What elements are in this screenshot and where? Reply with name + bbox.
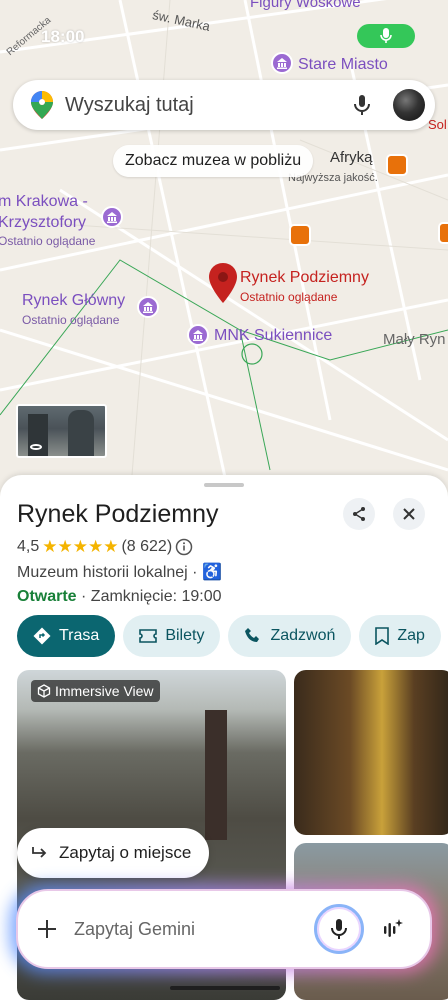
poi-sublabel-rynek-glowny: Ostatnio oglądane	[22, 313, 120, 327]
opening-hours[interactable]: Otwarte · Zamknięcie: 19:00	[17, 588, 222, 606]
landmark-icon	[193, 330, 203, 341]
mic-icon	[331, 919, 347, 939]
home-indicator	[170, 986, 280, 990]
poi-label-maly-rynek[interactable]: Mały Ryn	[383, 331, 446, 348]
photo-tower	[205, 710, 227, 840]
cube-icon	[37, 684, 51, 698]
nearby-museums-chip[interactable]: Zobacz muzea w pobliżu	[113, 145, 314, 177]
gemini-mic-button[interactable]	[314, 904, 364, 954]
place-category: Muzeum historii lokalnej · ♿	[17, 564, 222, 581]
rotate-360-icon	[30, 444, 42, 450]
voice-search-mic-icon[interactable]	[351, 94, 373, 116]
museum-poi-icon[interactable]	[101, 206, 123, 228]
street-view-thumbnail[interactable]	[16, 404, 107, 458]
rating-value: 4,5	[17, 538, 40, 555]
search-bar[interactable]: Wyszukaj tutaj	[13, 80, 435, 130]
poi-label-rynek-glowny[interactable]: Rynek Główny	[22, 292, 125, 309]
landmark-icon	[143, 302, 153, 313]
museum-poi-icon[interactable]	[187, 324, 209, 346]
poi-label-stare-miasto[interactable]: Stare Miasto	[298, 56, 388, 73]
poi-sublabel-rynek-podziemny: Ostatnio oglądane	[240, 290, 338, 304]
bookmark-icon	[375, 627, 390, 645]
mic-active-indicator	[357, 24, 415, 48]
ask-about-place-label: Zapytaj o miejsce	[59, 843, 192, 862]
map-view[interactable]: Reformacka św. Marka Figury Woskowe Star…	[0, 0, 448, 500]
close-button[interactable]	[393, 498, 425, 530]
landmark-icon	[107, 212, 117, 223]
gemini-input[interactable]: Zapytaj Gemini	[74, 919, 314, 940]
poi-sublabel-krzysztofory: Ostatnio oglądane	[0, 234, 96, 248]
call-label: Zadzwoń	[270, 627, 336, 644]
museum-poi-icon[interactable]	[271, 52, 293, 74]
review-count: (8 622)	[121, 538, 173, 555]
poi-label-afryka[interactable]: Afryką	[330, 149, 373, 166]
poi-label-rynek-podziemny[interactable]: Rynek Podziemny	[240, 269, 369, 286]
gemini-live-icon[interactable]	[382, 918, 404, 940]
phone-icon	[245, 628, 260, 642]
share-button[interactable]	[343, 498, 375, 530]
rating-row[interactable]: 4,5 ★★★★★ (8 622)	[17, 537, 193, 557]
call-button[interactable]: Zadzwoń	[228, 615, 352, 657]
plus-icon[interactable]	[36, 918, 58, 940]
restaurant-poi-icon[interactable]	[438, 222, 448, 244]
poi-label-mnk-sukiennice[interactable]: MNK Sukiennice	[214, 327, 332, 344]
immersive-view-badge: Immersive View	[31, 680, 160, 702]
directions-label: Trasa	[59, 627, 100, 644]
google-maps-logo-icon	[31, 91, 53, 119]
open-status: Otwarte	[17, 588, 77, 605]
closing-time: · Zamknięcie: 19:00	[76, 588, 222, 605]
poi-label-krzysztofory[interactable]: Krzysztofory	[0, 214, 86, 231]
reply-arrow-icon	[32, 847, 47, 858]
ticket-icon	[139, 629, 158, 643]
share-icon	[353, 507, 365, 521]
account-avatar[interactable]	[393, 89, 425, 121]
immersive-view-label: Immersive View	[55, 683, 154, 699]
status-time: 18:00	[41, 27, 85, 46]
close-icon	[403, 508, 415, 520]
directions-button[interactable]: Trasa	[17, 615, 116, 657]
place-title: Rynek Podziemny	[17, 500, 219, 528]
save-button[interactable]: Zap	[359, 615, 441, 657]
restaurant-poi-icon[interactable]	[289, 224, 311, 246]
cafe-poi-icon[interactable]	[386, 154, 408, 176]
gemini-input-bar[interactable]: Zapytaj Gemini	[16, 889, 432, 969]
landmark-icon	[277, 58, 287, 69]
action-buttons-row: Trasa Bilety Zadzwoń Zap	[17, 615, 441, 657]
place-photo[interactable]	[294, 670, 448, 835]
tickets-button[interactable]: Bilety	[123, 615, 221, 657]
selected-place-pin-icon[interactable]	[208, 263, 238, 303]
poi-label-krakowa[interactable]: m Krakowa -	[0, 193, 88, 210]
info-icon[interactable]	[175, 538, 193, 556]
sheet-drag-handle[interactable]	[204, 483, 244, 487]
museum-poi-icon[interactable]	[137, 296, 159, 318]
street-view-arch	[28, 414, 48, 456]
mic-icon	[380, 28, 392, 43]
tickets-label: Bilety	[165, 627, 205, 644]
poi-label-figury[interactable]: Figury Woskowe	[250, 0, 361, 11]
ask-about-place-chip[interactable]: Zapytaj o miejsce	[17, 828, 210, 878]
rating-stars: ★★★★★	[42, 537, 119, 556]
street-view-arch	[68, 410, 94, 456]
directions-icon	[33, 627, 51, 645]
save-label: Zap	[397, 627, 425, 644]
search-input[interactable]: Wyszukaj tutaj	[65, 94, 351, 117]
